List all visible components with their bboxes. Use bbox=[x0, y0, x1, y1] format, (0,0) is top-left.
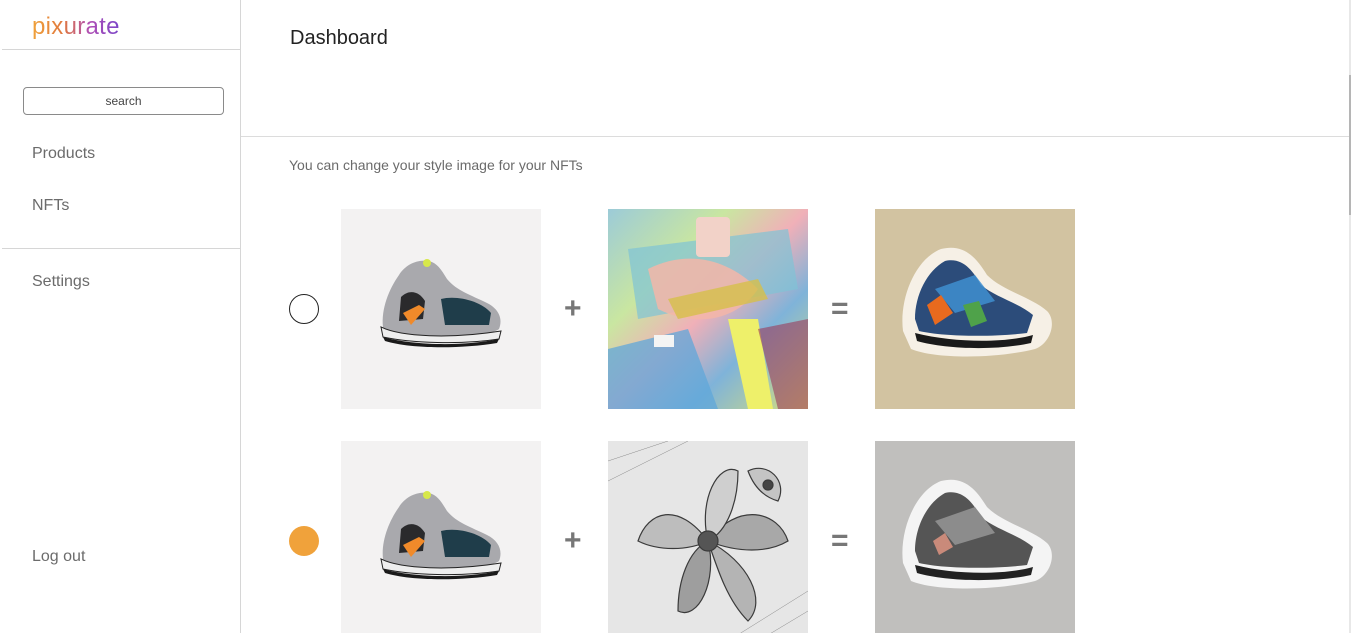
sketch-flowers-image bbox=[608, 441, 808, 633]
sidebar-item-settings[interactable]: Settings bbox=[32, 273, 90, 291]
app-root: pixurate Products NFTs Settings Log out … bbox=[0, 0, 1351, 633]
style-radio-1[interactable] bbox=[289, 294, 319, 324]
content-image bbox=[341, 209, 541, 409]
search-input[interactable] bbox=[23, 87, 224, 115]
equals-icon: = bbox=[831, 292, 849, 325]
logout-button[interactable]: Log out bbox=[32, 548, 85, 566]
content-image bbox=[341, 441, 541, 633]
sneaker-image bbox=[380, 491, 502, 580]
page-title: Dashboard bbox=[290, 27, 388, 49]
style-image[interactable] bbox=[608, 441, 808, 633]
plus-icon: + bbox=[564, 524, 582, 557]
page-subtitle: You can change your style image for your… bbox=[289, 157, 583, 173]
logo[interactable]: pixurate bbox=[32, 13, 120, 41]
sidebar: pixurate Products NFTs Settings Log out bbox=[0, 0, 241, 633]
plus-icon: + bbox=[564, 292, 582, 325]
result-image bbox=[875, 209, 1075, 409]
sidebar-item-products[interactable]: Products bbox=[32, 145, 95, 163]
sidebar-divider bbox=[2, 49, 240, 50]
result-image bbox=[875, 441, 1075, 633]
sneaker-image bbox=[380, 259, 502, 348]
style-radio-2[interactable] bbox=[289, 526, 319, 556]
style-image[interactable] bbox=[608, 209, 808, 409]
painting-image bbox=[608, 217, 808, 409]
sidebar-divider bbox=[2, 248, 240, 249]
stylized-sneaker-image bbox=[902, 479, 1052, 589]
stylized-sneaker-image bbox=[902, 247, 1052, 357]
equals-icon: = bbox=[831, 524, 849, 557]
sidebar-item-nfts[interactable]: NFTs bbox=[32, 197, 69, 215]
header-divider bbox=[241, 136, 1349, 137]
